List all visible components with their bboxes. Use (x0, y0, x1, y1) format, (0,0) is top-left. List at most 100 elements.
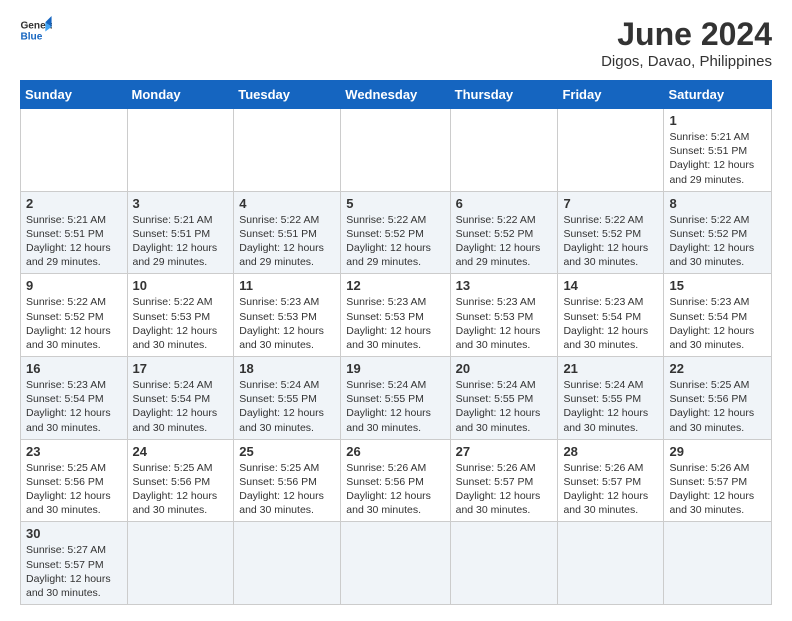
day-number: 20 (456, 361, 553, 376)
calendar-cell: 24 Sunrise: 5:25 AM Sunset: 5:56 PM Dayli… (127, 439, 234, 522)
logo-icon: General Blue (20, 16, 52, 44)
day-info: Sunrise: 5:21 AM Sunset: 5:51 PM Dayligh… (133, 213, 229, 270)
day-info: Sunrise: 5:26 AM Sunset: 5:56 PM Dayligh… (346, 461, 444, 518)
day-number: 16 (26, 361, 122, 376)
calendar-cell: 1 Sunrise: 5:21 AM Sunset: 5:51 PM Daylig… (664, 109, 772, 192)
calendar-cell: 15Sunrise: 5:23 AM Sunset: 5:54 PM Dayli… (664, 274, 772, 357)
day-info: Sunrise: 5:21 AM Sunset: 5:51 PM Dayligh… (26, 213, 122, 270)
calendar-cell: 26 Sunrise: 5:26 AM Sunset: 5:56 PM Dayli… (341, 439, 450, 522)
calendar-cell (664, 522, 772, 605)
day-info: Sunrise: 5:23 AM Sunset: 5:54 PM Dayligh… (563, 295, 658, 352)
day-number: 13 (456, 278, 553, 293)
calendar-cell: 6Sunrise: 5:22 AM Sunset: 5:52 PM Daylig… (450, 191, 558, 274)
calendar-cell: 20 Sunrise: 5:24 AM Sunset: 5:55 PM Dayli… (450, 357, 558, 440)
calendar-cell (450, 522, 558, 605)
weekday-header-row: SundayMondayTuesdayWednesdayThursdayFrid… (21, 81, 772, 109)
weekday-header-wednesday: Wednesday (341, 81, 450, 109)
calendar-week-row: 30 Sunrise: 5:27 AM Sunset: 5:57 PM Dayli… (21, 522, 772, 605)
calendar-cell: 13 Sunrise: 5:23 AM Sunset: 5:53 PM Dayli… (450, 274, 558, 357)
day-number: 6 (456, 196, 553, 211)
calendar-cell (341, 109, 450, 192)
day-number: 5 (346, 196, 444, 211)
day-info: Sunrise: 5:22 AM Sunset: 5:51 PM Dayligh… (239, 213, 335, 270)
svg-text:Blue: Blue (20, 31, 42, 42)
day-info: Sunrise: 5:22 AM Sunset: 5:52 PM Dayligh… (346, 213, 444, 270)
weekday-header-monday: Monday (127, 81, 234, 109)
calendar-week-row: 16 Sunrise: 5:23 AM Sunset: 5:54 PM Dayli… (21, 357, 772, 440)
calendar-cell: 21Sunrise: 5:24 AM Sunset: 5:55 PM Dayli… (558, 357, 664, 440)
day-number: 8 (669, 196, 766, 211)
day-info: Sunrise: 5:23 AM Sunset: 5:54 PM Dayligh… (26, 378, 122, 435)
calendar-cell: 23Sunrise: 5:25 AM Sunset: 5:56 PM Dayli… (21, 439, 128, 522)
day-number: 3 (133, 196, 229, 211)
day-info: Sunrise: 5:23 AM Sunset: 5:53 PM Dayligh… (456, 295, 553, 352)
calendar-cell: 17Sunrise: 5:24 AM Sunset: 5:54 PM Dayli… (127, 357, 234, 440)
day-info: Sunrise: 5:25 AM Sunset: 5:56 PM Dayligh… (133, 461, 229, 518)
logo: General Blue (20, 16, 52, 44)
day-number: 22 (669, 361, 766, 376)
calendar-cell: 27Sunrise: 5:26 AM Sunset: 5:57 PM Dayli… (450, 439, 558, 522)
calendar-cell: 14 Sunrise: 5:23 AM Sunset: 5:54 PM Dayli… (558, 274, 664, 357)
weekday-header-thursday: Thursday (450, 81, 558, 109)
calendar-cell (127, 109, 234, 192)
day-number: 24 (133, 444, 229, 459)
day-number: 19 (346, 361, 444, 376)
weekday-header-tuesday: Tuesday (234, 81, 341, 109)
day-number: 2 (26, 196, 122, 211)
day-info: Sunrise: 5:25 AM Sunset: 5:56 PM Dayligh… (239, 461, 335, 518)
calendar-table: SundayMondayTuesdayWednesdayThursdayFrid… (20, 80, 772, 605)
calendar-cell: 10 Sunrise: 5:22 AM Sunset: 5:53 PM Dayli… (127, 274, 234, 357)
calendar-week-row: 9Sunrise: 5:22 AM Sunset: 5:52 PM Daylig… (21, 274, 772, 357)
day-info: Sunrise: 5:26 AM Sunset: 5:57 PM Dayligh… (669, 461, 766, 518)
day-number: 9 (26, 278, 122, 293)
day-number: 18 (239, 361, 335, 376)
day-number: 4 (239, 196, 335, 211)
day-number: 29 (669, 444, 766, 459)
calendar-cell: 5 Sunrise: 5:22 AM Sunset: 5:52 PM Daylig… (341, 191, 450, 274)
calendar-cell (558, 109, 664, 192)
day-number: 10 (133, 278, 229, 293)
calendar-cell: 11Sunrise: 5:23 AM Sunset: 5:53 PM Dayli… (234, 274, 341, 357)
day-info: Sunrise: 5:23 AM Sunset: 5:54 PM Dayligh… (669, 295, 766, 352)
calendar-cell: 22 Sunrise: 5:25 AM Sunset: 5:56 PM Dayli… (664, 357, 772, 440)
day-number: 30 (26, 526, 122, 541)
day-info: Sunrise: 5:24 AM Sunset: 5:55 PM Dayligh… (346, 378, 444, 435)
day-info: Sunrise: 5:22 AM Sunset: 5:52 PM Dayligh… (669, 213, 766, 270)
day-number: 11 (239, 278, 335, 293)
day-number: 28 (563, 444, 658, 459)
calendar-cell (341, 522, 450, 605)
calendar-cell (234, 522, 341, 605)
day-info: Sunrise: 5:24 AM Sunset: 5:55 PM Dayligh… (239, 378, 335, 435)
day-number: 23 (26, 444, 122, 459)
calendar-cell: 4 Sunrise: 5:22 AM Sunset: 5:51 PM Daylig… (234, 191, 341, 274)
day-number: 26 (346, 444, 444, 459)
day-info: Sunrise: 5:27 AM Sunset: 5:57 PM Dayligh… (26, 543, 122, 600)
title-block: June 2024 Digos, Davao, Philippines (601, 16, 772, 70)
day-info: Sunrise: 5:25 AM Sunset: 5:56 PM Dayligh… (669, 378, 766, 435)
calendar-cell: 16 Sunrise: 5:23 AM Sunset: 5:54 PM Dayli… (21, 357, 128, 440)
calendar-cell: 9Sunrise: 5:22 AM Sunset: 5:52 PM Daylig… (21, 274, 128, 357)
weekday-header-friday: Friday (558, 81, 664, 109)
weekday-header-sunday: Sunday (21, 81, 128, 109)
calendar-cell: 8 Sunrise: 5:22 AM Sunset: 5:52 PM Daylig… (664, 191, 772, 274)
day-number: 12 (346, 278, 444, 293)
calendar-cell: 18 Sunrise: 5:24 AM Sunset: 5:55 PM Dayli… (234, 357, 341, 440)
day-number: 1 (669, 113, 766, 128)
day-info: Sunrise: 5:22 AM Sunset: 5:52 PM Dayligh… (563, 213, 658, 270)
day-number: 14 (563, 278, 658, 293)
calendar-week-row: 1 Sunrise: 5:21 AM Sunset: 5:51 PM Daylig… (21, 109, 772, 192)
calendar-cell: 3 Sunrise: 5:21 AM Sunset: 5:51 PM Daylig… (127, 191, 234, 274)
calendar-cell (21, 109, 128, 192)
day-info: Sunrise: 5:22 AM Sunset: 5:53 PM Dayligh… (133, 295, 229, 352)
calendar-cell: 7 Sunrise: 5:22 AM Sunset: 5:52 PM Daylig… (558, 191, 664, 274)
day-number: 7 (563, 196, 658, 211)
day-info: Sunrise: 5:24 AM Sunset: 5:55 PM Dayligh… (456, 378, 553, 435)
calendar-cell (558, 522, 664, 605)
day-number: 21 (563, 361, 658, 376)
calendar-subtitle: Digos, Davao, Philippines (601, 53, 772, 70)
day-number: 17 (133, 361, 229, 376)
calendar-cell: 29 Sunrise: 5:26 AM Sunset: 5:57 PM Dayli… (664, 439, 772, 522)
day-number: 25 (239, 444, 335, 459)
day-info: Sunrise: 5:21 AM Sunset: 5:51 PM Dayligh… (669, 130, 766, 187)
calendar-cell (127, 522, 234, 605)
